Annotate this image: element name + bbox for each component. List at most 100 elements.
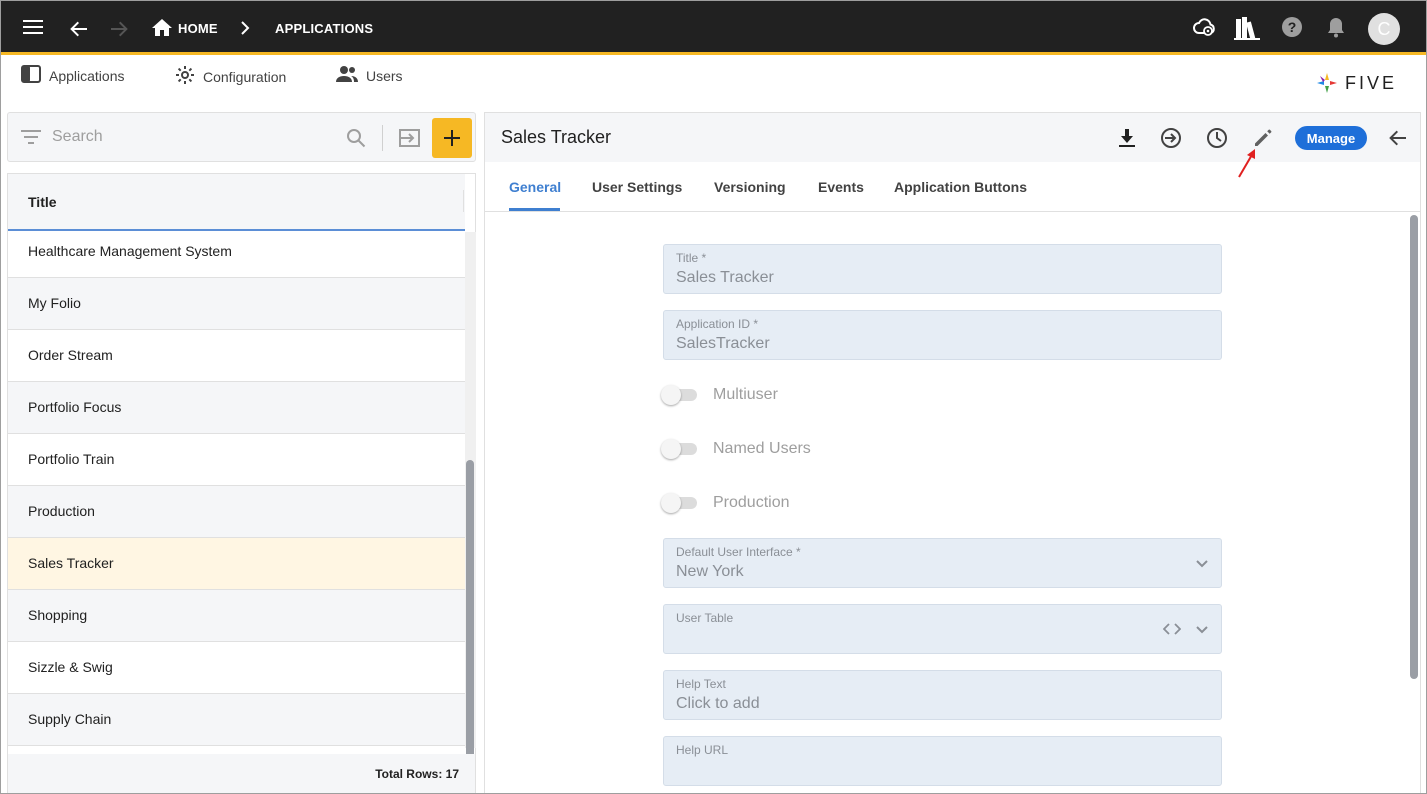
user-table-label: User Table <box>676 611 734 625</box>
menu-label-configuration: Configuration <box>203 68 287 85</box>
svg-text:?: ? <box>1288 19 1297 35</box>
table-body: Healthcare Management System My Folio Orde… <box>8 232 465 748</box>
menu-item-users[interactable]: Users <box>336 65 403 86</box>
column-divider <box>463 190 464 212</box>
home-icon[interactable] <box>152 19 172 37</box>
table-row[interactable]: Portfolio Train <box>8 434 465 486</box>
menu-item-configuration[interactable]: Configuration <box>175 65 286 88</box>
menu-label-applications: Applications <box>49 67 125 84</box>
multiuser-label: Multiuser <box>713 386 778 403</box>
list-scrollbar-thumb[interactable] <box>466 460 474 776</box>
multiuser-toggle[interactable] <box>661 385 701 405</box>
default-ui-value: New York <box>676 563 744 580</box>
title-field[interactable]: Title * Sales Tracker <box>663 244 1222 294</box>
table-row[interactable]: Order Stream <box>8 330 465 382</box>
users-icon <box>336 65 358 86</box>
named-users-toggle[interactable] <box>661 439 701 459</box>
detail-scrollbar-thumb[interactable] <box>1410 215 1418 679</box>
plus-icon <box>444 130 460 146</box>
menu-item-applications[interactable]: Applications <box>21 65 125 86</box>
login-arrow-icon[interactable] <box>1158 125 1184 151</box>
history-clock-icon[interactable] <box>1204 125 1230 151</box>
five-logo-icon <box>1317 73 1337 93</box>
row-title: Supply Chain <box>28 711 112 727</box>
notifications-bell-icon[interactable] <box>1326 16 1346 38</box>
table-header: Title <box>8 174 465 231</box>
default-user-interface-select[interactable]: Default User Interface * New York <box>663 538 1222 588</box>
row-title: Order Stream <box>28 347 113 363</box>
toggle-knob <box>661 385 681 405</box>
table-row[interactable]: Shopping <box>8 590 465 642</box>
gear-icon <box>175 65 195 88</box>
row-title: My Folio <box>28 295 81 311</box>
total-rows-label: Total Rows: 17 <box>375 767 459 781</box>
breadcrumb-applications[interactable]: APPLICATIONS <box>275 21 373 36</box>
help-icon[interactable]: ? <box>1281 16 1303 38</box>
toggle-knob <box>661 493 681 513</box>
tab-versioning[interactable]: Versioning <box>714 179 786 195</box>
tab-events[interactable]: Events <box>818 179 864 195</box>
search-input[interactable]: Search <box>52 128 103 146</box>
chevron-down-icon[interactable] <box>1195 622 1209 641</box>
application-id-value: SalesTracker <box>676 335 770 352</box>
app-window: HOME APPLICATIONS ? C Applications Confi… <box>0 0 1427 794</box>
detail-tabs: General User Settings Versioning Events … <box>485 162 1420 212</box>
detail-header: Sales Tracker Manage <box>485 113 1420 162</box>
chevron-down-icon[interactable] <box>1195 556 1209 575</box>
row-title: Healthcare Management System <box>28 243 232 259</box>
table-row[interactable]: Portfolio Focus <box>8 382 465 434</box>
named-users-label: Named Users <box>713 440 811 457</box>
back-arrow-icon[interactable] <box>69 19 89 39</box>
row-title: Sales Tracker <box>28 555 114 571</box>
table-row[interactable]: Supply Chain <box>8 694 465 746</box>
manage-button[interactable]: Manage <box>1295 126 1367 150</box>
application-id-label: Application ID * <box>676 317 759 331</box>
table-row[interactable]: Sales Tracker <box>8 538 465 590</box>
production-toggle[interactable] <box>661 493 701 513</box>
application-id-field[interactable]: Application ID * SalesTracker <box>663 310 1222 360</box>
user-table-select[interactable]: User Table <box>663 604 1222 654</box>
applications-list-panel: Search Title Healthcare Management Syste… <box>7 112 476 793</box>
breadcrumb-home[interactable]: HOME <box>178 21 218 36</box>
tab-user-settings[interactable]: User Settings <box>592 179 682 195</box>
table-row[interactable]: My Folio <box>8 278 465 330</box>
five-logo: FIVE <box>1315 71 1397 95</box>
detail-title: Sales Tracker <box>501 127 612 147</box>
table-row[interactable]: Production <box>8 486 465 538</box>
help-url-field[interactable]: Help URL <box>663 736 1222 786</box>
row-title: Portfolio Focus <box>28 399 122 415</box>
table-footer: Total Rows: 17 <box>8 754 475 793</box>
cloud-settings-icon[interactable] <box>1193 15 1217 39</box>
help-text-label: Help Text <box>676 677 726 691</box>
help-url-label: Help URL <box>676 743 729 757</box>
active-tab-indicator <box>509 208 560 211</box>
close-arrow-back-icon[interactable] <box>1385 125 1411 151</box>
title-field-label: Title * <box>676 251 707 265</box>
default-ui-label: Default User Interface * <box>676 545 801 559</box>
application-detail-panel: Sales Tracker Manage General User Settin… <box>484 112 1421 793</box>
search-icon[interactable] <box>346 128 366 153</box>
table-row[interactable]: Sizzle & Swig <box>8 642 465 694</box>
code-brackets-icon[interactable] <box>1162 622 1182 641</box>
title-field-value: Sales Tracker <box>676 269 774 286</box>
production-label: Production <box>713 494 790 511</box>
search-divider <box>382 125 383 151</box>
import-icon[interactable] <box>397 127 421 154</box>
table-row[interactable]: Healthcare Management System <box>8 232 465 278</box>
forward-arrow-icon[interactable] <box>109 19 129 39</box>
column-header-title[interactable]: Title <box>28 194 57 210</box>
chevron-right-icon <box>237 20 253 36</box>
user-avatar[interactable]: C <box>1368 13 1400 45</box>
library-books-icon[interactable] <box>1234 15 1260 41</box>
tab-application-buttons[interactable]: Application Buttons <box>894 179 1027 195</box>
filter-icon[interactable] <box>21 129 41 150</box>
hamburger-menu-icon[interactable] <box>23 18 45 36</box>
menu-label-users: Users <box>366 67 403 84</box>
add-button[interactable] <box>432 118 472 158</box>
help-text-field[interactable]: Help Text Click to add <box>663 670 1222 720</box>
row-title: Sizzle & Swig <box>28 659 113 675</box>
download-icon[interactable] <box>1114 125 1140 151</box>
top-app-bar: HOME APPLICATIONS ? C <box>1 1 1426 55</box>
applications-table: Title Healthcare Management System My Fol… <box>7 173 476 793</box>
tab-general[interactable]: General <box>509 179 561 195</box>
